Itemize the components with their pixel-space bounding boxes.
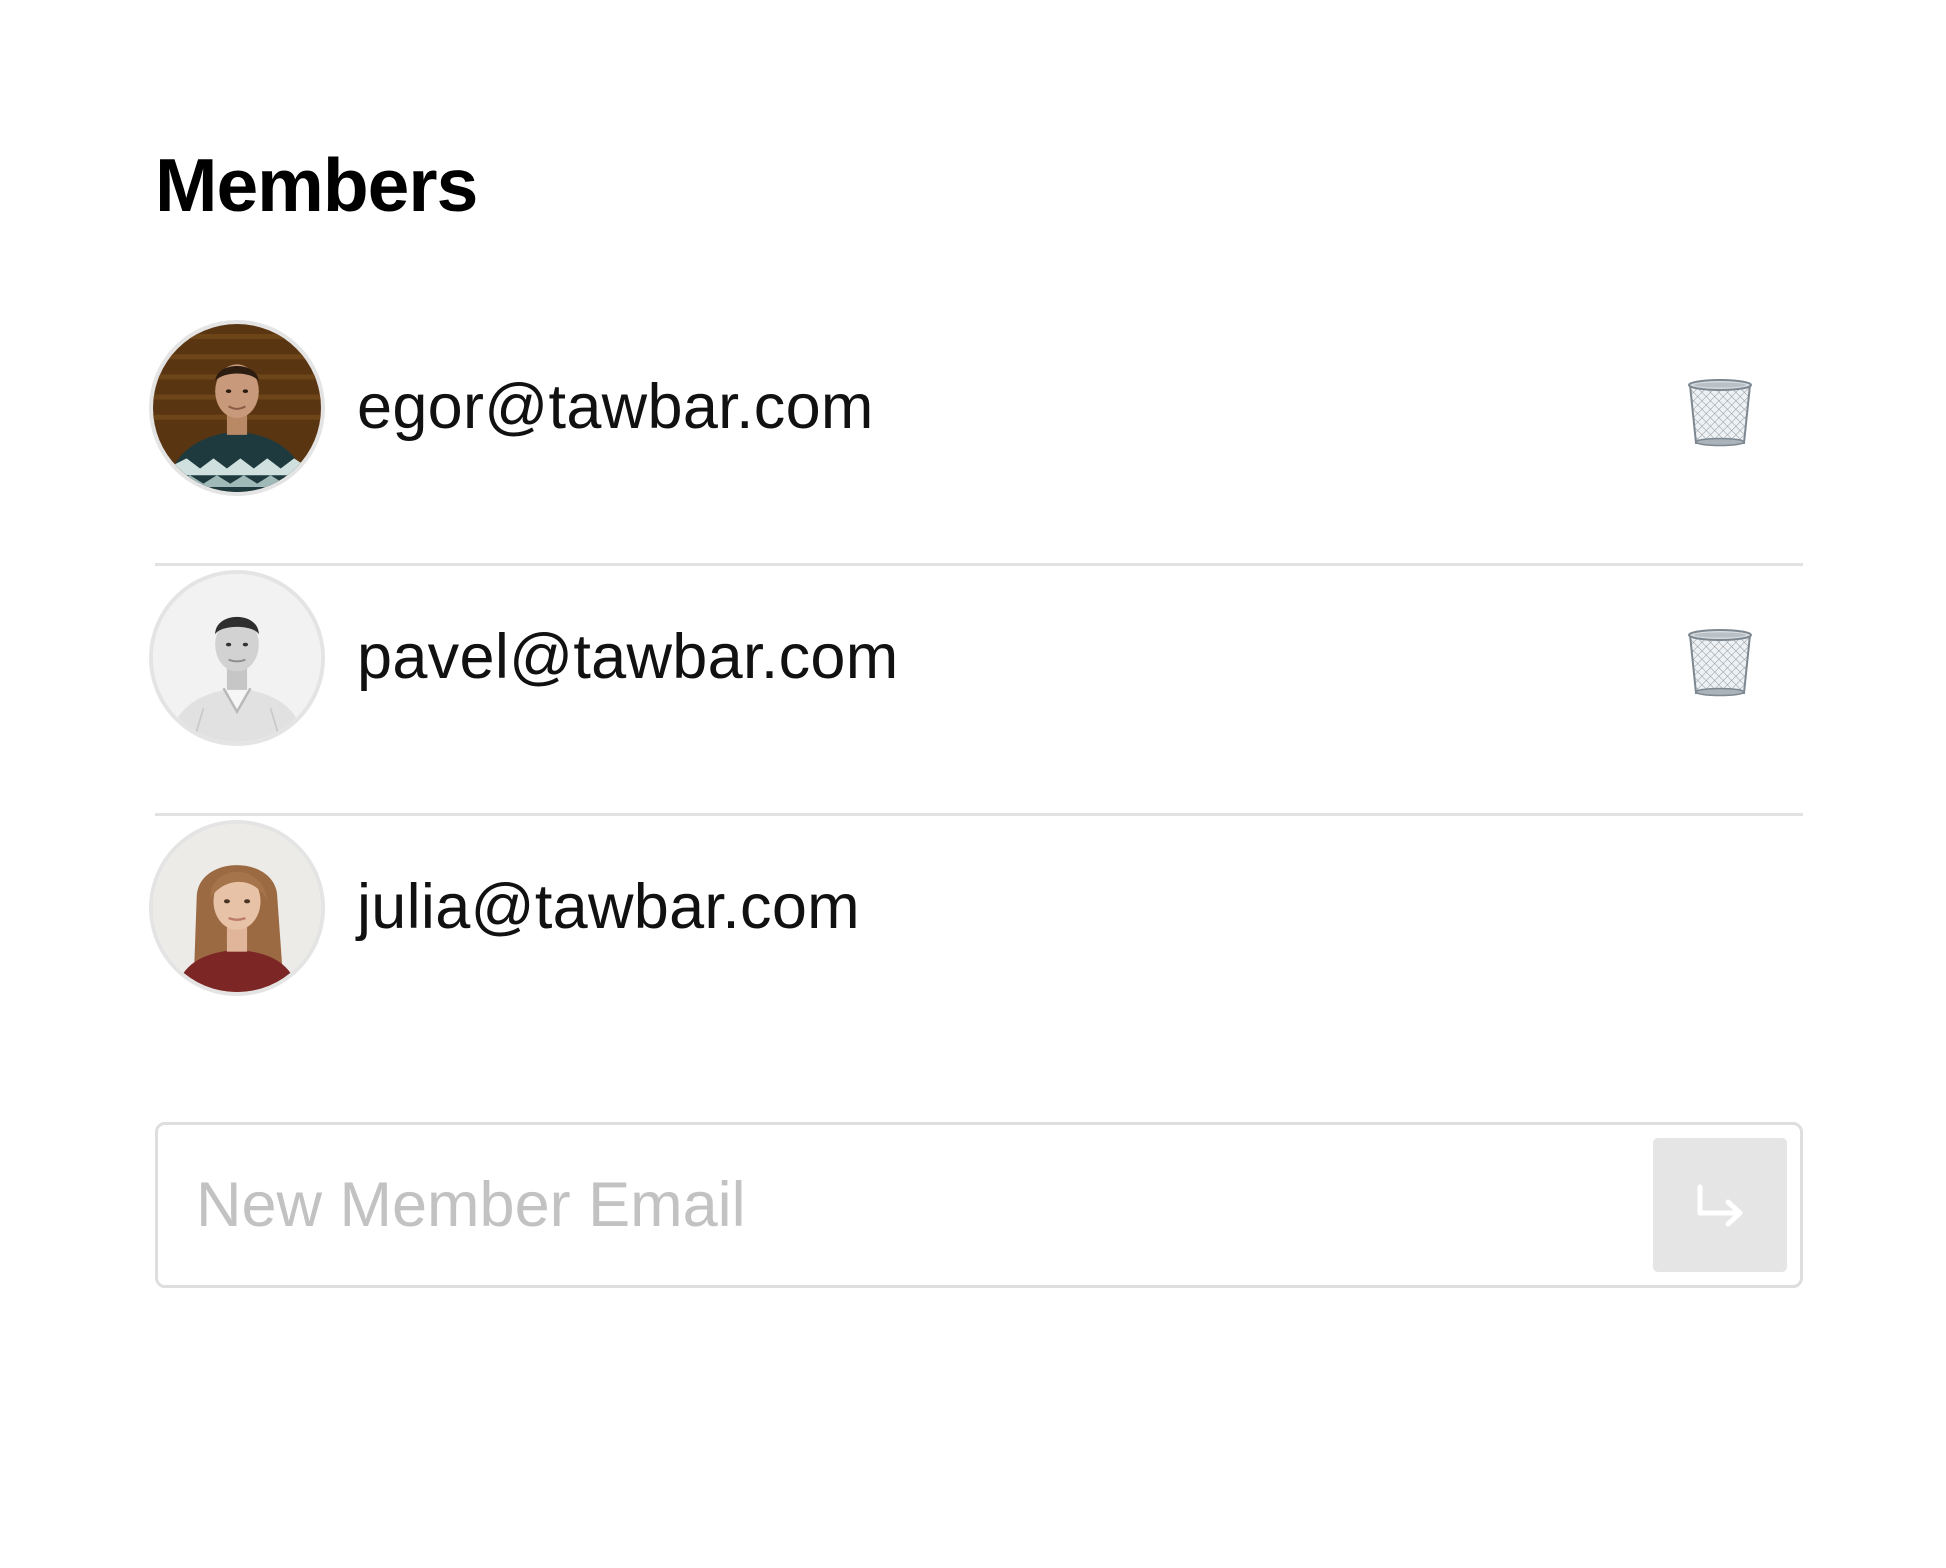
list-item: egor@tawbar.com: [149, 316, 1803, 566]
avatar: [149, 820, 325, 996]
list-item: julia@tawbar.com: [149, 816, 1803, 1066]
trash-can-icon: [1688, 379, 1752, 447]
avatar: [149, 570, 325, 746]
new-member-email-input[interactable]: [196, 1153, 1636, 1257]
member-email: egor@tawbar.com: [357, 372, 874, 442]
member-email: pavel@tawbar.com: [357, 622, 899, 692]
remove-member-button[interactable]: [1685, 375, 1755, 447]
member-list: egor@tawbar.com pavel@tawbar.com julia@t…: [149, 316, 1803, 1066]
add-member-button[interactable]: [1653, 1138, 1787, 1272]
members-panel: Members egor@tawbar.com pavel@tawbar.com…: [149, 0, 1803, 1568]
new-member-form: [155, 1122, 1803, 1288]
avatar: [149, 320, 325, 496]
list-item: pavel@tawbar.com: [149, 566, 1803, 816]
member-email: julia@tawbar.com: [357, 872, 860, 942]
enter-return-icon: [1697, 1184, 1743, 1227]
trash-can-icon: [1688, 629, 1752, 697]
page-title: Members: [155, 143, 478, 227]
remove-member-button[interactable]: [1685, 625, 1755, 697]
